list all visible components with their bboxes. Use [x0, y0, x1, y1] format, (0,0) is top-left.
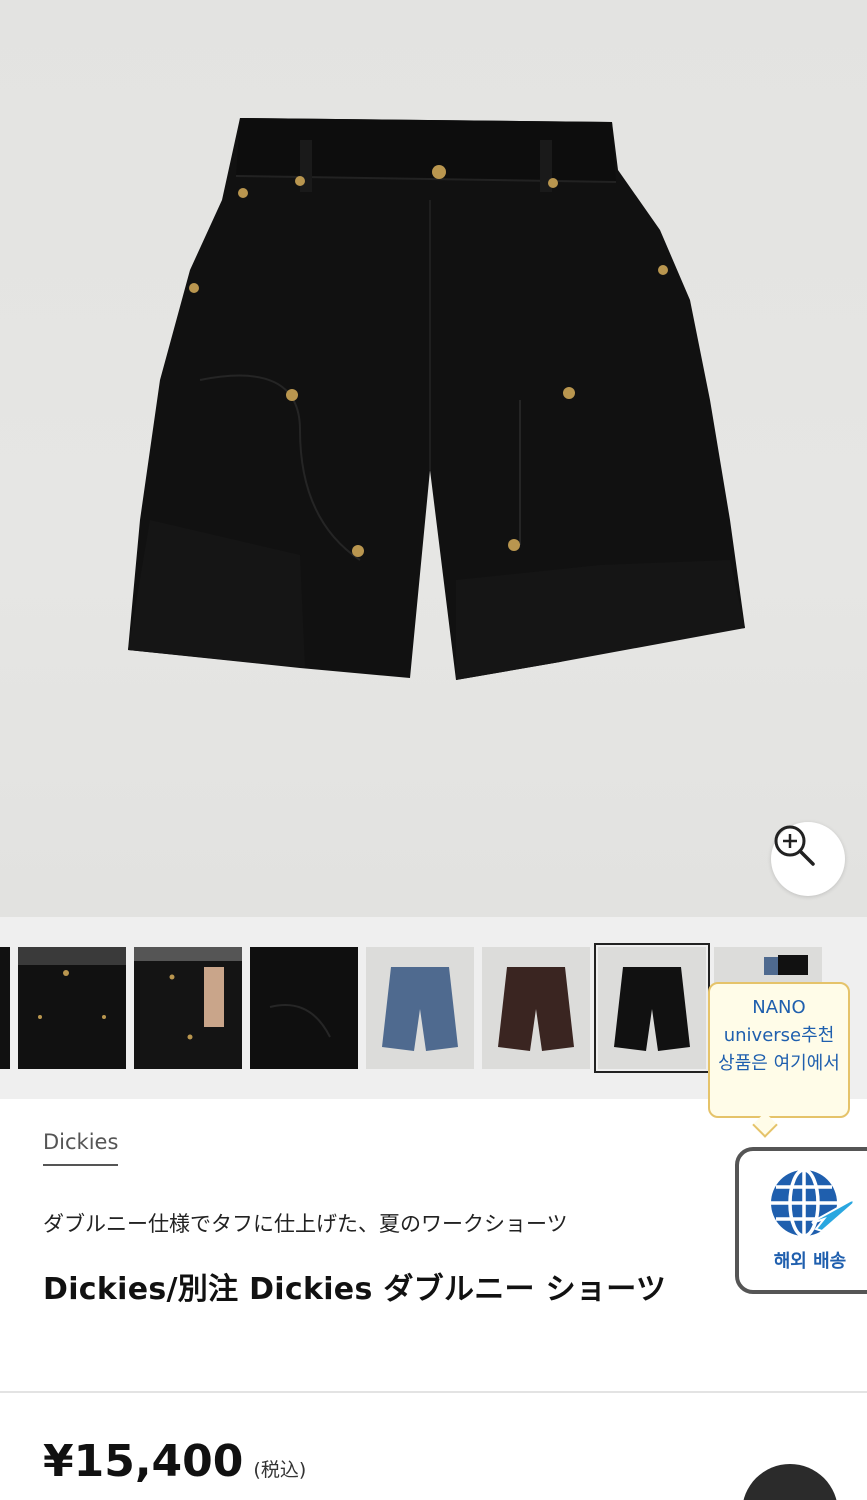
- thumb-model-front[interactable]: [18, 947, 126, 1069]
- thumb-fabric-closeup[interactable]: [250, 947, 358, 1069]
- price-amount: ¥15,400: [43, 1436, 244, 1487]
- shipping-label: 해외 배송: [773, 1251, 847, 1272]
- thumb-brown[interactable]: [482, 947, 590, 1069]
- tax-note: (税込): [253, 1459, 307, 1481]
- overseas-shipping-button[interactable]: 해외 배송: [735, 1147, 867, 1294]
- price-block: ¥15,400 (税込): [43, 1436, 306, 1487]
- tooltip-text: NANO universe추천 상품은 여기에서: [718, 997, 840, 1074]
- recommend-tooltip: NANO universe추천 상품은 여기에서: [708, 982, 850, 1118]
- product-main-image[interactable]: [0, 0, 867, 917]
- chat-button[interactable]: [742, 1464, 838, 1500]
- zoom-button[interactable]: [771, 822, 845, 896]
- thumb-blue[interactable]: [366, 947, 474, 1069]
- thumb-model-pocket[interactable]: [134, 947, 242, 1069]
- brand-link[interactable]: Dickies: [43, 1130, 119, 1166]
- shorts-photo: [128, 118, 745, 680]
- zoom-in-icon: [774, 825, 815, 866]
- thumb-black[interactable]: [594, 943, 710, 1073]
- product-title: Dickies/別注 Dickies ダブルニー ショーツ: [43, 1272, 667, 1307]
- section-divider: [0, 1391, 867, 1393]
- thumb-edge-partial[interactable]: [0, 947, 10, 1069]
- product-subtitle: ダブルニー仕様でタフに仕上げた、夏のワークショーツ: [43, 1212, 568, 1236]
- globe-plane-icon: [771, 1168, 855, 1238]
